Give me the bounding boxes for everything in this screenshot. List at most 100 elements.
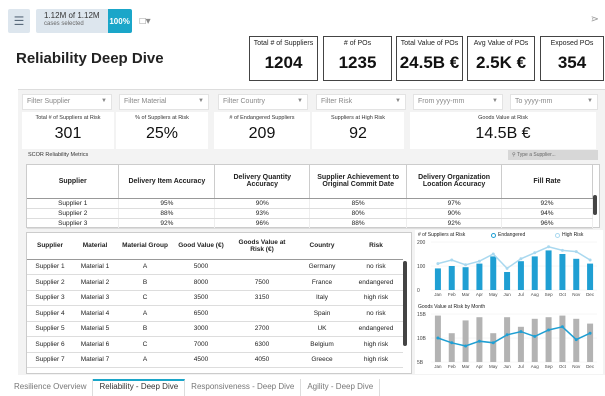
column-header[interactable]: Risk <box>349 233 403 260</box>
tab-agility-deep-dive[interactable]: Agility - Deep Dive <box>301 379 381 396</box>
table-cell: Germany <box>295 259 349 275</box>
chevron-down-icon: ▼ <box>587 98 593 104</box>
scor-metrics-table: Supplier Delivery Item Accuracy Delivery… <box>26 164 600 229</box>
y-tick-label: 5B <box>417 360 424 366</box>
table-cell: 94% <box>501 208 593 219</box>
table-row[interactable]: Supplier 1 Material 1 A 5000 Germany no risk <box>27 259 403 275</box>
table-row[interactable]: Supplier 2 88% 93% 80% 90% 94% <box>27 208 593 219</box>
column-header[interactable]: Delivery Item Accuracy <box>118 165 216 199</box>
sheet-tabs: Resilience Overview Reliability - Deep D… <box>8 379 381 396</box>
share-icon[interactable]: ⋗ <box>591 14 599 25</box>
column-header[interactable]: Goods Value at Risk (€) <box>229 233 295 260</box>
data-point <box>547 328 551 332</box>
mini-kpi-value: 301 <box>54 125 82 142</box>
x-tick-label: Nov <box>572 364 581 369</box>
kpi-value: 354 <box>557 53 587 72</box>
data-point <box>533 251 537 255</box>
mini-kpi-percent-at-risk: % of Suppliers at Risk 25% <box>116 112 208 149</box>
table-cell: 90% <box>406 208 503 219</box>
table-cell: 88% <box>309 218 408 229</box>
x-tick-label: Jul <box>518 364 524 369</box>
table-row[interactable]: Supplier 7 Material 7 A 4500 4050 Greece high … <box>27 352 403 368</box>
column-header[interactable]: Delivery Organization Location Accuracy <box>406 165 503 199</box>
x-tick-label: Jan <box>434 292 442 297</box>
chevron-down-icon: ▼ <box>297 98 303 104</box>
table-row[interactable]: Supplier 4 Material 4 A 6500 Spain no risk <box>27 305 403 322</box>
table-cell: 4050 <box>229 352 295 368</box>
x-tick-label: Nov <box>572 292 581 297</box>
bar <box>448 333 455 362</box>
table-cell: Supplier 6 <box>27 336 73 353</box>
table-cell <box>229 259 295 275</box>
scrollbar[interactable] <box>593 195 597 215</box>
table-cell: endangered <box>349 274 403 291</box>
data-point <box>519 330 523 334</box>
x-tick-label: Jun <box>503 364 511 369</box>
table-row[interactable]: Supplier 1 95% 90% 85% 97% 92% <box>27 198 593 209</box>
table-row[interactable]: Supplier 5 Material 5 B 3000 2700 UK endangere… <box>27 321 403 337</box>
table-row[interactable]: Supplier 3 92% 96% 88% 92% 96% <box>27 218 593 229</box>
table-cell: Material 5 <box>73 321 117 337</box>
x-tick-label: Jan <box>434 364 442 369</box>
table-cell: 6300 <box>229 336 295 353</box>
column-header[interactable]: Good Value (€) <box>173 233 229 260</box>
column-header[interactable]: Material Group <box>117 233 173 260</box>
column-header[interactable]: Material <box>73 233 117 260</box>
table-cell: 85% <box>309 198 408 209</box>
table-cell: 80% <box>309 208 408 219</box>
bar <box>490 256 497 290</box>
table-row[interactable]: Supplier 3 Material 3 C 3500 3150 Italy high r… <box>27 290 403 306</box>
mini-kpi-value: 14.5B € <box>475 125 531 142</box>
table-cell: Material 1 <box>73 259 117 275</box>
column-header[interactable]: Country <box>295 233 349 260</box>
data-point <box>464 263 468 267</box>
table-row[interactable]: Supplier 6 Material 6 C 7000 6300 Belgium high… <box>27 336 403 353</box>
table-cell: 95% <box>118 198 216 209</box>
column-header[interactable]: Fill Rate <box>501 165 593 199</box>
filter-material[interactable]: Filter Material ▼ <box>119 94 209 110</box>
data-point <box>547 245 551 249</box>
table-cell: Material 4 <box>73 305 117 322</box>
toolbar: ☰ 1.12M of 1.12M cases selected 100% □▾ <box>8 8 151 34</box>
table-cell: 6500 <box>173 305 229 322</box>
chevron-down-icon: ▼ <box>492 98 498 104</box>
scrollbar[interactable] <box>403 261 407 346</box>
filter-supplier[interactable]: Filter Supplier ▼ <box>22 94 112 110</box>
data-point <box>491 252 495 256</box>
tab-responsiveness-deep-dive[interactable]: Responsiveness - Deep Dive <box>185 379 302 396</box>
table-cell: 7000 <box>173 336 229 353</box>
table-cell: 8000 <box>173 274 229 291</box>
table-cell: Supplier 2 <box>27 274 73 291</box>
mini-kpi-label: # of Endangered Suppliers <box>229 115 295 121</box>
table-cell: 2700 <box>229 321 295 337</box>
x-tick-label: Sep <box>545 364 554 369</box>
table-row[interactable]: Supplier 2 Material 2 B 8000 7500 France endan… <box>27 274 403 291</box>
filter-risk[interactable]: Filter Risk ▼ <box>316 94 406 110</box>
mini-kpi-label: Suppliers at High Risk <box>330 115 386 121</box>
supplier-search-input[interactable]: ⚲ Type a Supplier... <box>508 150 598 160</box>
table-cell: A <box>117 305 173 322</box>
mini-kpi-high-risk: Suppliers at High Risk 92 <box>312 112 404 149</box>
column-header[interactable]: Supplier <box>27 233 73 260</box>
selection-icon[interactable]: □▾ <box>140 16 151 27</box>
column-header[interactable]: Supplier <box>27 165 120 199</box>
x-tick-label: Aug <box>531 292 540 297</box>
table-cell: Supplier 3 <box>27 218 120 229</box>
bar <box>531 318 538 362</box>
menu-icon[interactable]: ☰ <box>8 9 30 33</box>
column-header[interactable]: Delivery Quantity Accuracy <box>214 165 311 199</box>
tab-resilience-overview[interactable]: Resilience Overview <box>8 379 94 396</box>
x-tick-label: Mar <box>462 364 470 369</box>
kpi-pos: # of POs 1235 <box>323 36 392 81</box>
filter-from-date[interactable]: From yyyy-mm ▼ <box>413 94 503 110</box>
bar <box>587 323 594 362</box>
column-header[interactable]: Supplier Achievement to Original Commit … <box>309 165 408 199</box>
tab-reliability-deep-dive[interactable]: Reliability - Deep Dive <box>93 379 186 396</box>
kpi-total-value: Total Value of POs 24.5B € <box>396 36 463 81</box>
filter-country[interactable]: Filter Country ▼ <box>218 94 308 110</box>
filter-label: From yyyy-mm <box>418 98 465 105</box>
filter-to-date[interactable]: To yyyy-mm ▼ <box>510 94 598 110</box>
x-tick-label: May <box>489 364 498 369</box>
x-tick-label: Feb <box>448 364 456 369</box>
table-cell: 90% <box>214 198 311 209</box>
